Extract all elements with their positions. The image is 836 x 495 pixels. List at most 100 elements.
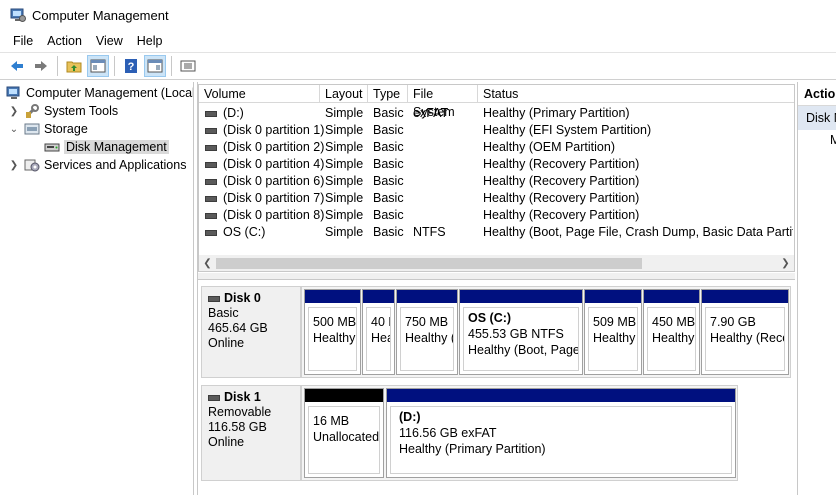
partition-name: (D:): [399, 410, 421, 424]
column-header-status[interactable]: Status: [478, 85, 794, 103]
disk-name: Disk 1: [208, 390, 294, 405]
partition-status: Healthy (Primary Partition): [399, 442, 546, 456]
menu-file[interactable]: File: [6, 32, 40, 50]
storage-icon: [24, 121, 40, 137]
disk-name-text: Disk 0: [224, 291, 261, 305]
table-row[interactable]: (Disk 0 partition 4) Simple Basic Health…: [199, 156, 794, 173]
partition[interactable]: 750 MB Healthy (: [396, 289, 458, 375]
table-row[interactable]: (Disk 0 partition 8) Simple Basic Health…: [199, 207, 794, 224]
partition[interactable]: 40 N Hea: [362, 289, 395, 375]
table-row[interactable]: (Disk 0 partition 6) Simple Basic Health…: [199, 173, 794, 190]
column-header-layout[interactable]: Layout: [320, 85, 368, 103]
cell-layout: Simple: [325, 191, 364, 205]
partition-unallocated[interactable]: 16 MB Unallocated: [304, 388, 384, 478]
partition[interactable]: 500 MB Healthy: [304, 289, 361, 375]
tree-item-computer-management[interactable]: Computer Management (Local: [6, 84, 194, 102]
menu-view[interactable]: View: [89, 32, 130, 50]
disk-name-text: Disk 1: [224, 390, 261, 404]
properties-button[interactable]: [144, 55, 166, 77]
partition-size: 509 MB: [593, 315, 637, 329]
table-row[interactable]: (Disk 0 partition 2) Simple Basic Health…: [199, 139, 794, 156]
chevron-right-icon[interactable]: ❯: [8, 106, 20, 117]
cell-volume: (Disk 0 partition 4): [223, 157, 325, 171]
menu-bar: File Action View Help: [0, 30, 836, 52]
table-row[interactable]: OS (C:) Simple Basic NTFS Healthy (Boot,…: [199, 224, 794, 241]
volume-icon: [205, 111, 217, 117]
partition-details: 450 MB Healthy: [647, 307, 696, 371]
partition-details: 750 MB Healthy (: [400, 307, 454, 371]
window-title: Computer Management: [32, 7, 169, 23]
partition-details: 7.90 GB Healthy (Reco: [705, 307, 785, 371]
tree-label: Computer Management (Local: [26, 86, 194, 100]
partition[interactable]: 450 MB Healthy: [643, 289, 700, 375]
disk-kind: Removable: [208, 405, 272, 419]
tree-item-system-tools[interactable]: ❯ System Tools: [8, 102, 118, 120]
partition-details: 40 N Hea: [366, 307, 391, 371]
table-row[interactable]: (D:) Simple Basic exFAT Healthy (Primary…: [199, 105, 794, 122]
toolbar-separator: [57, 56, 58, 76]
cell-layout: Simple: [325, 157, 364, 171]
forward-button[interactable]: [30, 55, 52, 77]
volume-list: Volume Layout Type File System Status (D…: [198, 84, 795, 272]
disk-0-label[interactable]: Disk 0 Basic 465.64 GB Online: [201, 286, 301, 378]
disk-1-label[interactable]: Disk 1 Removable 116.58 GB Online: [201, 385, 301, 481]
svg-text:?: ?: [128, 61, 135, 73]
partition-size: 450 MB: [652, 315, 696, 329]
cell-type: Basic: [373, 208, 404, 222]
table-row[interactable]: (Disk 0 partition 1) Simple Basic Health…: [199, 122, 794, 139]
cell-type: Basic: [373, 157, 404, 171]
chevron-right-icon[interactable]: ❯: [8, 160, 20, 171]
disk-1-partitions: 16 MB Unallocated (D:) 116.56 GB exFAT H…: [301, 385, 738, 481]
partition-details: OS (C:) 455.53 GB NTFS Healthy (Boot, Pa…: [463, 307, 579, 371]
menu-help[interactable]: Help: [130, 32, 170, 50]
disk-size: 465.64 GB: [208, 321, 268, 335]
partition[interactable]: 509 MB Healthy: [584, 289, 642, 375]
scroll-right-icon[interactable]: ❯: [777, 255, 794, 271]
cell-layout: Simple: [325, 208, 364, 222]
disk-management-icon: [44, 139, 60, 155]
menu-action[interactable]: Action: [40, 32, 89, 50]
back-button[interactable]: [6, 55, 28, 77]
cell-layout: Simple: [325, 140, 364, 154]
disk-kind: Basic: [208, 306, 239, 320]
cell-file-system: NTFS: [413, 225, 446, 239]
scroll-left-icon[interactable]: ❮: [199, 255, 216, 271]
tree-item-services-applications[interactable]: ❯ Services and Applications: [8, 156, 187, 174]
partition-d[interactable]: (D:) 116.56 GB exFAT Healthy (Primary Pa…: [386, 388, 736, 478]
tree-item-storage[interactable]: ⌄ Storage: [8, 120, 88, 138]
scrollbar-thumb[interactable]: [216, 258, 642, 269]
tree-item-disk-management[interactable]: Disk Management: [44, 138, 169, 156]
column-header-volume[interactable]: Volume: [199, 85, 320, 103]
computer-management-icon: [6, 85, 22, 101]
column-header-file-system[interactable]: File System: [408, 85, 478, 119]
cell-type: Basic: [373, 225, 404, 239]
partition-details: 509 MB Healthy: [588, 307, 638, 371]
cell-volume: OS (C:): [223, 225, 266, 239]
partition-size: 16 MB: [313, 414, 350, 428]
cell-status: Healthy (Primary Partition): [483, 106, 630, 120]
partition[interactable]: 7.90 GB Healthy (Reco: [701, 289, 789, 375]
cell-status: Healthy (Recovery Partition): [483, 191, 640, 205]
up-level-button[interactable]: [63, 55, 85, 77]
table-row[interactable]: (Disk 0 partition 7) Simple Basic Health…: [199, 190, 794, 207]
horizontal-scrollbar[interactable]: ❮ ❯: [199, 255, 794, 271]
partition-bar: [702, 290, 788, 303]
partition-details: 500 MB Healthy: [308, 307, 357, 371]
cell-volume: (Disk 0 partition 6): [223, 174, 325, 188]
actions-disk-management[interactable]: Disk Management: [798, 106, 836, 130]
list-view-button[interactable]: [177, 55, 199, 77]
show-hide-tree-button[interactable]: [87, 55, 109, 77]
partition-status: Unallocated: [313, 430, 380, 444]
partition-status: Hea: [371, 331, 390, 345]
services-icon: [24, 157, 40, 173]
up-folder-icon: [66, 61, 82, 73]
cell-volume: (Disk 0 partition 8): [223, 208, 325, 222]
chevron-down-icon[interactable]: ⌄: [8, 124, 20, 135]
toolbar-separator: [171, 56, 172, 76]
partition-os-c[interactable]: OS (C:) 455.53 GB NTFS Healthy (Boot, Pa…: [459, 289, 583, 375]
volume-icon: [205, 230, 217, 236]
cell-volume: (Disk 0 partition 2): [223, 140, 325, 154]
help-button[interactable]: ?: [120, 55, 142, 77]
actions-more-actions[interactable]: More Actions: [798, 130, 836, 150]
column-header-type[interactable]: Type: [368, 85, 408, 103]
